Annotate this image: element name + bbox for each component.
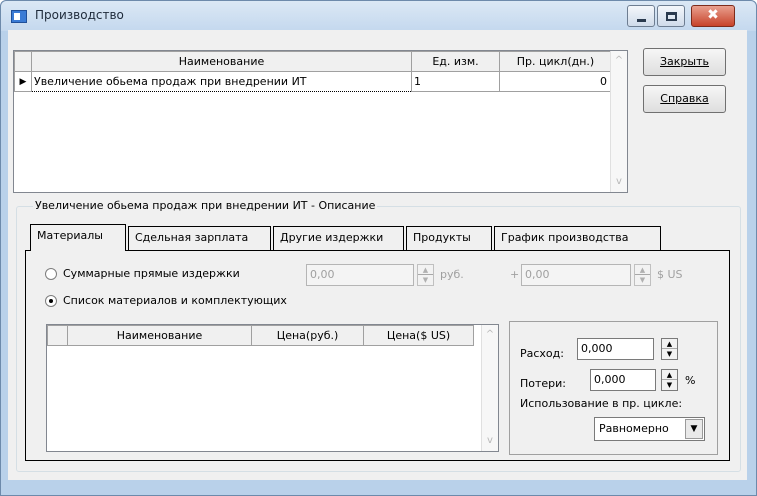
spin-up-icon[interactable]: ▲ <box>662 339 677 349</box>
description-group-caption: Увеличение обьема продаж при внедрении И… <box>33 199 378 212</box>
tab-other-costs[interactable]: Другие издержки <box>273 226 404 250</box>
loss-label: Потери: <box>520 377 567 390</box>
spin-down-icon[interactable]: ▼ <box>662 380 677 390</box>
title-bar[interactable]: Производство ✖ <box>1 1 756 31</box>
cell-cycle[interactable]: 0 <box>499 71 612 92</box>
radio-materials-list[interactable] <box>45 295 57 307</box>
tab-products[interactable]: Продукты <box>406 226 492 250</box>
loss-spinner[interactable]: ▲ ▼ <box>661 369 678 391</box>
plus-sign: + <box>510 268 520 281</box>
radio-materials-list-label: Список материалов и комплектующих <box>63 294 287 307</box>
usage-select[interactable]: Равномерно ▼ <box>594 417 705 441</box>
loss-input[interactable]: 0,000 <box>590 369 656 391</box>
tab-materials[interactable]: Материалы <box>30 224 126 251</box>
materials-grid[interactable]: Наименование Цена(руб.) Цена($ US) ^ v <box>46 324 499 452</box>
close-window-button[interactable]: ✖ <box>691 5 735 27</box>
total-usd-spinner[interactable]: ▲ ▼ <box>634 264 651 286</box>
tab-other-costs-label: Другие издержки <box>280 231 384 244</box>
column-header-cycle[interactable]: Пр. цикл(дн.) <box>499 51 612 72</box>
table-header-row: Наименование Цена(руб.) Цена($ US) <box>47 325 474 346</box>
vertical-scrollbar[interactable]: ^ v <box>610 51 627 192</box>
scroll-down-icon[interactable]: v <box>614 177 624 187</box>
tab-materials-label: Материалы <box>37 229 103 242</box>
row-indicator-header <box>47 325 68 346</box>
cell-name[interactable]: Увеличение обьема продаж при внедрении И… <box>31 71 412 92</box>
column-header-price-rub[interactable]: Цена(руб.) <box>251 325 364 346</box>
scroll-down-icon[interactable]: v <box>485 436 495 446</box>
close-icon: ✖ <box>707 7 719 23</box>
help-button-label: Справка <box>660 92 709 105</box>
spin-up-icon[interactable]: ▲ <box>635 265 650 275</box>
row-indicator-header <box>14 51 32 72</box>
spin-down-icon[interactable]: ▼ <box>635 275 650 285</box>
usd-unit-label: $ US <box>657 268 683 281</box>
scroll-up-icon[interactable]: ^ <box>485 330 495 340</box>
table-header-row: Наименование Ед. изм. Пр. цикл(дн.) <box>14 51 612 72</box>
chevron-down-icon[interactable]: ▼ <box>685 419 703 439</box>
usage-label: Использование в пр. цикле: <box>520 397 683 410</box>
loss-unit-label: % <box>685 374 696 387</box>
column-header-price-usd[interactable]: Цена($ US) <box>363 325 474 346</box>
column-header-material-name[interactable]: Наименование <box>67 325 252 346</box>
total-rub-spinner[interactable]: ▲ ▼ <box>417 264 434 286</box>
scroll-up-icon[interactable]: ^ <box>614 56 624 66</box>
production-table: Наименование Ед. изм. Пр. цикл(дн.) ▶ Ув… <box>14 51 612 92</box>
help-button[interactable]: Справка <box>643 85 726 113</box>
table-row[interactable]: ▶ Увеличение обьема продаж при внедрении… <box>14 71 612 92</box>
row-indicator-icon: ▶ <box>14 71 32 92</box>
minimize-icon <box>637 19 646 22</box>
total-usd-input[interactable]: 0,00 <box>521 264 631 286</box>
column-header-name[interactable]: Наименование <box>31 51 412 72</box>
materials-table: Наименование Цена(руб.) Цена($ US) <box>47 325 474 346</box>
maximize-button[interactable] <box>657 5 685 27</box>
tab-piece-wage-label: Сдельная зарплата <box>135 231 249 244</box>
production-grid[interactable]: Наименование Ед. изм. Пр. цикл(дн.) ▶ Ув… <box>13 50 628 193</box>
column-header-unit[interactable]: Ед. изм. <box>411 51 500 72</box>
tab-production-schedule[interactable]: График производства <box>494 226 661 250</box>
tab-piece-wage[interactable]: Сдельная зарплата <box>128 226 271 250</box>
app-icon <box>11 10 27 23</box>
consumption-spinner[interactable]: ▲ ▼ <box>661 338 678 360</box>
spin-down-icon[interactable]: ▼ <box>418 275 433 285</box>
close-button[interactable]: Закрыть <box>643 48 726 76</box>
tab-products-label: Продукты <box>413 231 471 244</box>
minimize-button[interactable] <box>627 5 655 27</box>
radio-total-costs-label: Суммарные прямые издержки <box>63 267 240 280</box>
close-button-label: Закрыть <box>660 55 709 68</box>
spin-down-icon[interactable]: ▼ <box>662 349 677 359</box>
window-title: Производство <box>35 8 124 22</box>
rub-unit-label: руб. <box>440 268 464 281</box>
total-rub-input[interactable]: 0,00 <box>306 264 414 286</box>
tab-production-schedule-label: График производства <box>501 231 629 244</box>
vertical-scrollbar[interactable]: ^ v <box>481 325 498 451</box>
radio-total-costs[interactable] <box>45 268 57 280</box>
spin-up-icon[interactable]: ▲ <box>418 265 433 275</box>
consumption-input[interactable]: 0,000 <box>577 338 654 360</box>
cell-unit[interactable]: 1 <box>411 71 500 92</box>
maximize-icon <box>666 12 677 21</box>
usage-select-value: Равномерно <box>599 422 669 435</box>
consumption-label: Расход: <box>520 347 564 360</box>
spin-up-icon[interactable]: ▲ <box>662 370 677 380</box>
